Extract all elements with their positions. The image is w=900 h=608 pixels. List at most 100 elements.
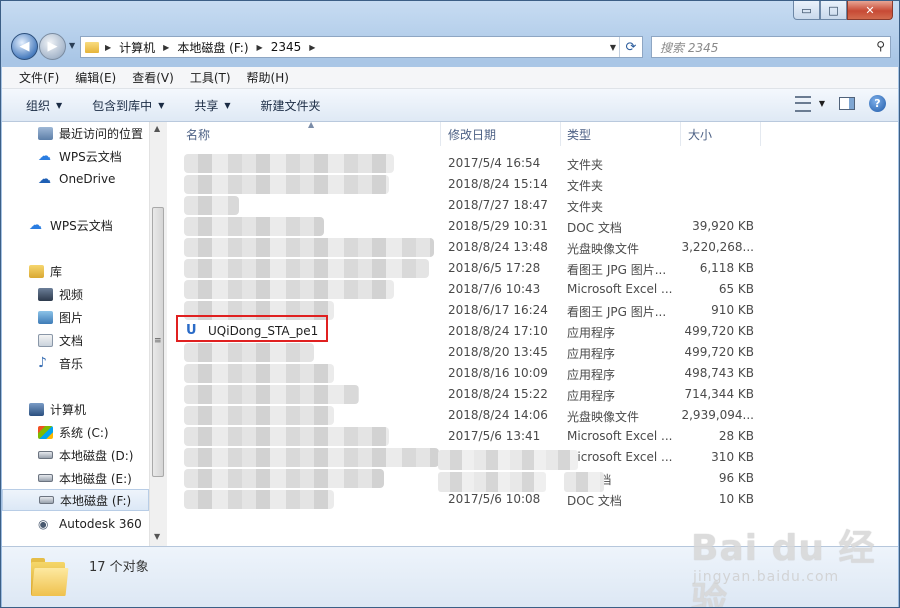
chevron-right-icon[interactable]: ▶: [163, 43, 169, 52]
refresh-icon: ⟳: [625, 39, 637, 55]
column-header-date[interactable]: 修改日期: [448, 122, 496, 146]
chevron-right-icon[interactable]: ▶: [105, 43, 111, 52]
menu-edit[interactable]: 编辑(E): [67, 69, 124, 86]
nav-drive-c[interactable]: 系统 (C:): [38, 421, 109, 443]
column-divider[interactable]: [680, 122, 681, 146]
column-divider[interactable]: [440, 122, 441, 146]
refresh-button[interactable]: ⟳: [619, 37, 642, 57]
blurred-file-name: [184, 406, 334, 425]
file-row[interactable]: 2018/8/20 13:45 应用程序 499,720 KB: [168, 342, 768, 363]
file-date: 2018/8/16 10:09: [448, 366, 548, 380]
breadcrumb-2345[interactable]: 2345: [271, 40, 302, 54]
nav-label: 视频: [59, 287, 84, 302]
drive-icon: [38, 474, 53, 482]
blurred-file-name: [184, 217, 324, 236]
column-header-type[interactable]: 类型: [567, 122, 591, 146]
menu-help[interactable]: 帮助(H): [239, 69, 297, 86]
nav-videos[interactable]: 视频: [38, 283, 83, 305]
nav-label: 本地磁盘 (F:): [60, 493, 132, 508]
blurred-file-name: [184, 469, 384, 488]
nav-libraries[interactable]: 库: [29, 260, 62, 282]
blurred-region: [438, 472, 546, 492]
nav-drive-e[interactable]: 本地磁盘 (E:): [38, 467, 132, 489]
file-row[interactable]: 2017/5/6 10:08 DOC 文档 10 KB: [168, 489, 768, 510]
column-header-size[interactable]: 大小: [688, 122, 712, 146]
nav-drive-d[interactable]: 本地磁盘 (D:): [38, 444, 133, 466]
column-header-name[interactable]: 名称: [186, 122, 210, 146]
column-label: 修改日期: [448, 127, 497, 142]
file-row[interactable]: 2018/7/6 10:43 Microsoft Excel ... 65 KB: [168, 279, 768, 300]
nav-label: WPS云文档: [50, 218, 113, 233]
nav-recent[interactable]: 最近访问的位置: [38, 122, 143, 144]
file-date: 2018/8/24 14:06: [448, 408, 548, 422]
nav-autodesk[interactable]: ◉ Autodesk 360: [38, 513, 142, 535]
nav-label: WPS云文档: [59, 149, 122, 164]
chevron-right-icon[interactable]: ▶: [257, 43, 263, 52]
nav-scrollbar[interactable]: ▲ ≡ ▼: [149, 122, 167, 546]
help-icon[interactable]: ?: [869, 95, 886, 112]
search-input[interactable]: 搜索 2345 ⚲: [651, 36, 891, 58]
menu-view[interactable]: 查看(V): [124, 69, 182, 86]
address-dropdown-icon[interactable]: ▼: [610, 43, 616, 52]
include-library-button[interactable]: 包含到库中 ▼: [74, 97, 176, 114]
drive-icon: [38, 451, 53, 459]
column-divider[interactable]: [760, 122, 761, 146]
picture-icon: [38, 310, 53, 324]
file-row[interactable]: 2018/8/24 13:48 光盘映像文件 3,220,268...: [168, 237, 768, 258]
nav-documents[interactable]: 文档: [38, 329, 83, 351]
column-divider[interactable]: [560, 122, 561, 146]
nav-wps-cloud-2[interactable]: ☁ WPS云文档: [29, 214, 113, 236]
scroll-up-icon[interactable]: ▲: [154, 124, 160, 133]
nav-label: 本地磁盘 (D:): [59, 448, 134, 463]
share-button[interactable]: 共享 ▼: [176, 97, 242, 114]
history-dropdown-icon[interactable]: ▼: [69, 41, 75, 50]
file-size: 3,220,268...: [681, 240, 754, 254]
file-row[interactable]: 2018/6/5 17:28 看图王 JPG 图片... 6,118 KB: [168, 258, 768, 279]
breadcrumb-computer[interactable]: 计算机: [119, 39, 155, 56]
back-button[interactable]: ◀: [11, 33, 38, 60]
menu-tools[interactable]: 工具(T): [182, 69, 239, 86]
chevron-right-icon[interactable]: ▶: [309, 43, 315, 52]
file-row[interactable]: 2017/5/4 16:54 文件夹: [168, 153, 768, 174]
nav-onedrive[interactable]: ☁ OneDrive: [38, 168, 115, 190]
view-icon: [794, 95, 811, 112]
file-row[interactable]: 2018/8/24 14:06 光盘映像文件 2,939,094...: [168, 405, 768, 426]
preview-pane-icon[interactable]: [839, 97, 855, 110]
file-date: 2018/7/6 10:43: [448, 282, 541, 296]
file-row[interactable]: 2018/7/27 18:47 文件夹: [168, 195, 768, 216]
search-icon[interactable]: ⚲: [876, 39, 885, 53]
blurred-file-name: [184, 427, 389, 446]
blurred-file-name: [184, 364, 334, 383]
toolbar-right: ▼ ?: [794, 95, 886, 112]
scroll-down-icon[interactable]: ▼: [154, 532, 160, 541]
change-view-button[interactable]: ▼: [794, 95, 825, 112]
file-row[interactable]: 2018/8/24 15:22 应用程序 714,344 KB: [168, 384, 768, 405]
breadcrumb-drive-f[interactable]: 本地磁盘 (F:): [177, 39, 248, 56]
nav-computer[interactable]: 计算机: [29, 398, 86, 420]
file-row[interactable]: 2018/5/29 10:31 DOC 文档 39,920 KB: [168, 216, 768, 237]
menu-file[interactable]: 文件(F): [2, 69, 67, 86]
nav-drive-f[interactable]: 本地磁盘 (F:): [2, 489, 149, 511]
onedrive-icon: ☁: [38, 171, 51, 187]
file-row[interactable]: 2017/5/6 13:41 Microsoft Excel ... 28 KB: [168, 426, 768, 447]
forward-button[interactable]: ▶: [39, 33, 66, 60]
organize-button[interactable]: 组织 ▼: [2, 97, 74, 114]
nav-music[interactable]: ♪ 音乐: [38, 352, 83, 374]
new-folder-button[interactable]: 新建文件夹: [243, 97, 333, 114]
file-size: 10 KB: [718, 492, 754, 506]
minimize-button[interactable]: ▭: [793, 1, 820, 20]
blurred-file-name: [184, 385, 359, 404]
file-row[interactable]: 2018/8/16 10:09 应用程序 498,743 KB: [168, 363, 768, 384]
blurred-file-name: [184, 280, 394, 299]
close-button[interactable]: ✕: [847, 1, 893, 20]
file-size: 714,344 KB: [684, 387, 754, 401]
file-date: 2018/8/24 15:22: [448, 387, 548, 401]
drive-icon: [39, 496, 54, 504]
file-row[interactable]: 2018/8/24 15:14 文件夹: [168, 174, 768, 195]
maximize-button[interactable]: □: [820, 1, 847, 20]
grip-icon: ≡: [154, 336, 162, 346]
nav-pictures[interactable]: 图片: [38, 306, 83, 328]
nav-label: 库: [50, 264, 63, 279]
nav-wps-cloud[interactable]: ☁ WPS云文档: [38, 145, 122, 167]
address-bar[interactable]: ▶ 计算机 ▶ 本地磁盘 (F:) ▶ 2345 ▶ ▼ ⟳: [80, 36, 643, 58]
